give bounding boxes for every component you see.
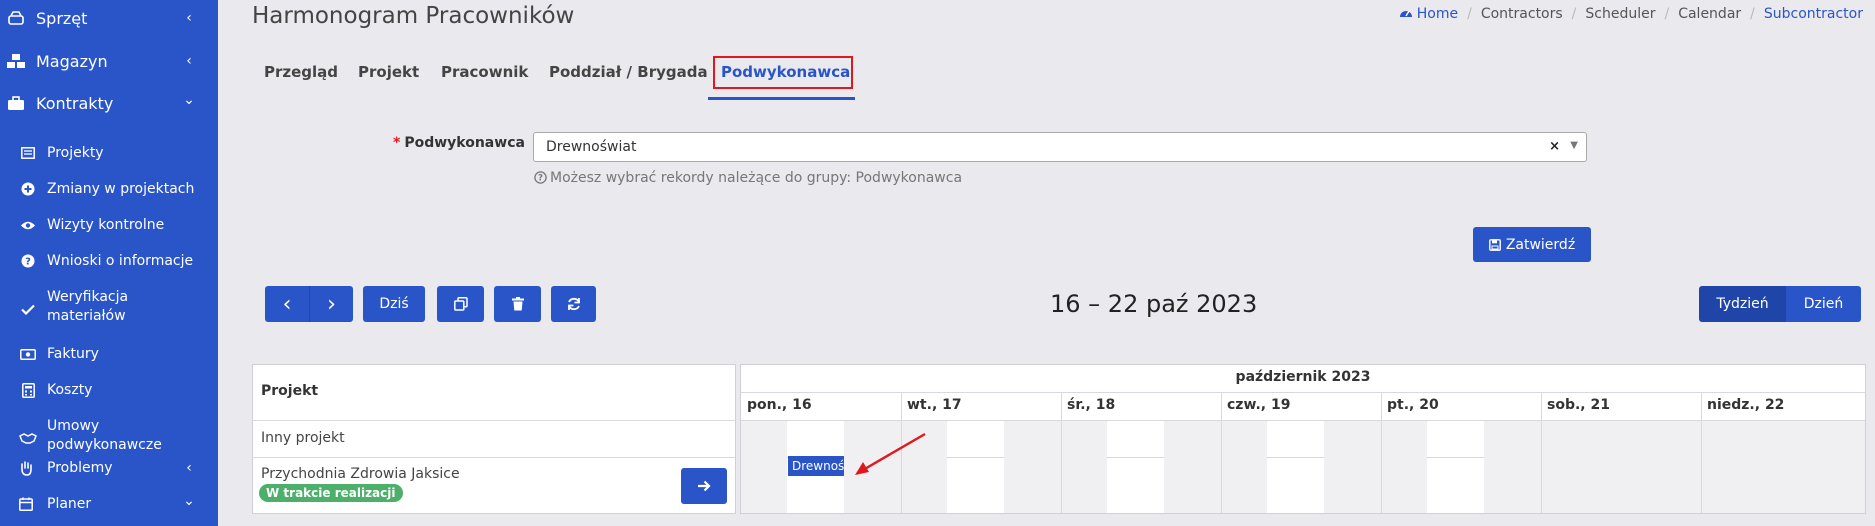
month-header: październik 2023 [1235,369,1371,385]
save-icon [1488,238,1501,251]
breadcrumb-subcontractor: Subcontractor [1763,6,1863,22]
chevron-left-icon: ‹ [186,10,192,26]
tab-poddzial-brygada[interactable]: Poddział / Brygada [549,63,708,81]
trash-icon [511,297,524,311]
breadcrumb-home[interactable]: Home [1417,6,1458,22]
svg-text:?: ? [538,174,543,184]
subcontractor-select[interactable]: Drewnoświat × ▼ [533,132,1587,162]
project-row-name: Inny projekt [261,430,345,446]
handshake-icon [18,429,38,447]
delete-button[interactable] [494,286,541,322]
chevron-down-icon: ⌄ [183,493,195,509]
breadcrumb-contractors[interactable]: Contractors [1481,6,1563,22]
date-range-title: 16 – 22 paź 2023 [1050,290,1258,318]
today-button[interactable]: Dziś [363,286,425,322]
schedule-event[interactable]: Drewnoś [788,456,844,476]
timeline-panel: październik 2023 pon., 16 wt., 17 śr., 1… [740,364,1866,514]
prev-button[interactable]: ‹ [265,286,309,322]
svg-text:?: ? [25,257,31,268]
refresh-icon [567,297,581,311]
view-week-button[interactable]: Tydzień [1699,286,1786,322]
breadcrumb-scheduler[interactable]: Scheduler [1585,6,1655,22]
subcontractor-label: * Podwykonawca [393,135,525,151]
tab-projekt[interactable]: Projekt [358,63,419,81]
chevron-left-icon: ‹ [282,291,292,317]
status-badge: W trakcie realizacji [259,484,403,502]
chevron-down-icon: ⌄ [183,92,195,108]
hand-icon [14,458,38,478]
day-header: niedz., 22 [1707,397,1785,413]
clear-icon[interactable]: × [1549,139,1560,154]
question-circle-icon: ? [18,252,38,270]
calendar-icon [14,494,38,514]
day-header: czw., 19 [1227,397,1291,413]
submit-button[interactable]: Zatwierdź [1473,227,1591,262]
chevron-left-icon: ‹ [186,53,192,69]
project-list-panel: Projekt Inny projekt Przychodnia Zdrowia… [252,364,736,514]
money-bill-icon [18,345,38,363]
highlight-box [713,56,853,89]
page-title: Harmonogram Pracowników [252,3,575,29]
day-header: sob., 21 [1547,397,1610,413]
project-row-name: Przychodnia Zdrowia Jaksice [261,466,460,482]
caret-down-icon[interactable]: ▼ [1570,140,1578,151]
dashboard-icon [1399,6,1413,22]
briefcase-icon [4,93,28,113]
day-header: pt., 20 [1387,397,1439,413]
day-header: śr., 18 [1067,397,1116,413]
chevron-left-icon: ‹ [186,460,192,476]
view-day-button[interactable]: Dzień [1786,286,1861,322]
list-icon [18,144,38,162]
active-tab-indicator [708,97,855,100]
copy-icon [453,297,468,311]
breadcrumb: Home / Contractors / Scheduler / Calenda… [1399,6,1863,22]
go-to-project-button[interactable] [681,468,727,504]
calculator-icon [18,381,38,399]
question-circle-icon: ? [534,171,547,188]
hdd-icon [4,8,28,28]
tab-przeglad[interactable]: Przegląd [264,63,338,81]
next-button[interactable]: › [309,286,353,322]
tab-pracownik[interactable]: Pracownik [441,63,528,81]
refresh-button[interactable] [551,286,596,322]
view-toggle: Tydzień Dzień [1699,286,1861,322]
day-header: wt., 17 [907,397,962,413]
day-header: pon., 16 [747,397,812,413]
check-icon [18,300,38,318]
eye-icon [18,216,38,234]
breadcrumb-calendar[interactable]: Calendar [1678,6,1741,22]
annotation-arrow [855,432,926,475]
help-text: ? Możesz wybrać rekordy należące do grup… [534,170,962,188]
cubes-icon [4,51,28,71]
arrow-right-icon [697,480,711,492]
sidebar: Sprzęt ‹ Magazyn ‹ Kontrakty ⌄ Projekty … [0,0,218,526]
project-column-header: Projekt [261,383,319,399]
copy-button[interactable] [437,286,484,322]
plus-circle-icon [18,180,38,198]
chevron-right-icon: › [327,291,336,317]
